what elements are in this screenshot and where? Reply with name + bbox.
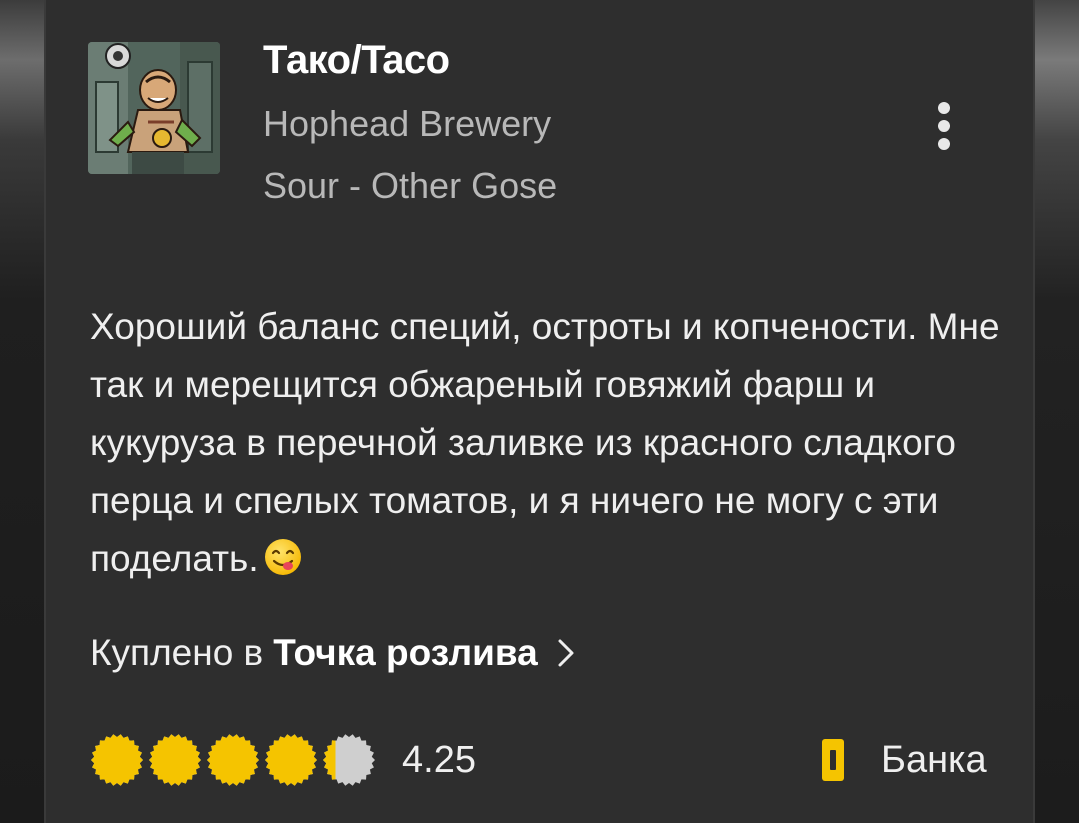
rating-value: 4.25 (402, 738, 476, 781)
bottle-cap-icon (207, 734, 259, 786)
beer-label-thumbnail[interactable] (88, 42, 220, 174)
checkin-card: Тако/Taco Hophead Brewery Sour - Other G… (44, 0, 1035, 823)
beer-label-art (88, 42, 220, 174)
bottle-cap-icon (265, 734, 317, 786)
can-icon (822, 739, 844, 781)
chevron-right-icon (558, 639, 574, 667)
beer-name[interactable]: Тако/Taco (263, 38, 450, 83)
brewery-name[interactable]: Hophead Brewery (263, 103, 551, 145)
purchased-at-row[interactable]: Куплено в Точка розлива (90, 632, 576, 674)
bottle-cap-icon (91, 734, 143, 786)
purchased-label: Куплено в (90, 632, 264, 673)
background-right (1035, 0, 1079, 823)
bottle-cap-icon (323, 734, 375, 786)
review-text: Хороший баланс специй, остроты и копчено… (90, 298, 1010, 588)
face-savoring-food-icon (264, 539, 301, 575)
rating-caps (90, 733, 380, 787)
serving-label: Банка (881, 738, 987, 781)
bottle-cap-icon (149, 734, 201, 786)
rating-row: 4.25 (90, 733, 476, 787)
beer-style: Sour - Other Gose (263, 165, 558, 206)
venue-name[interactable]: Точка розлива (273, 632, 538, 674)
background-left (0, 0, 44, 823)
more-options-icon[interactable] (924, 96, 964, 156)
review-body: Хороший баланс специй, остроты и копчено… (90, 306, 1000, 579)
serving-type: Банка (821, 738, 987, 782)
